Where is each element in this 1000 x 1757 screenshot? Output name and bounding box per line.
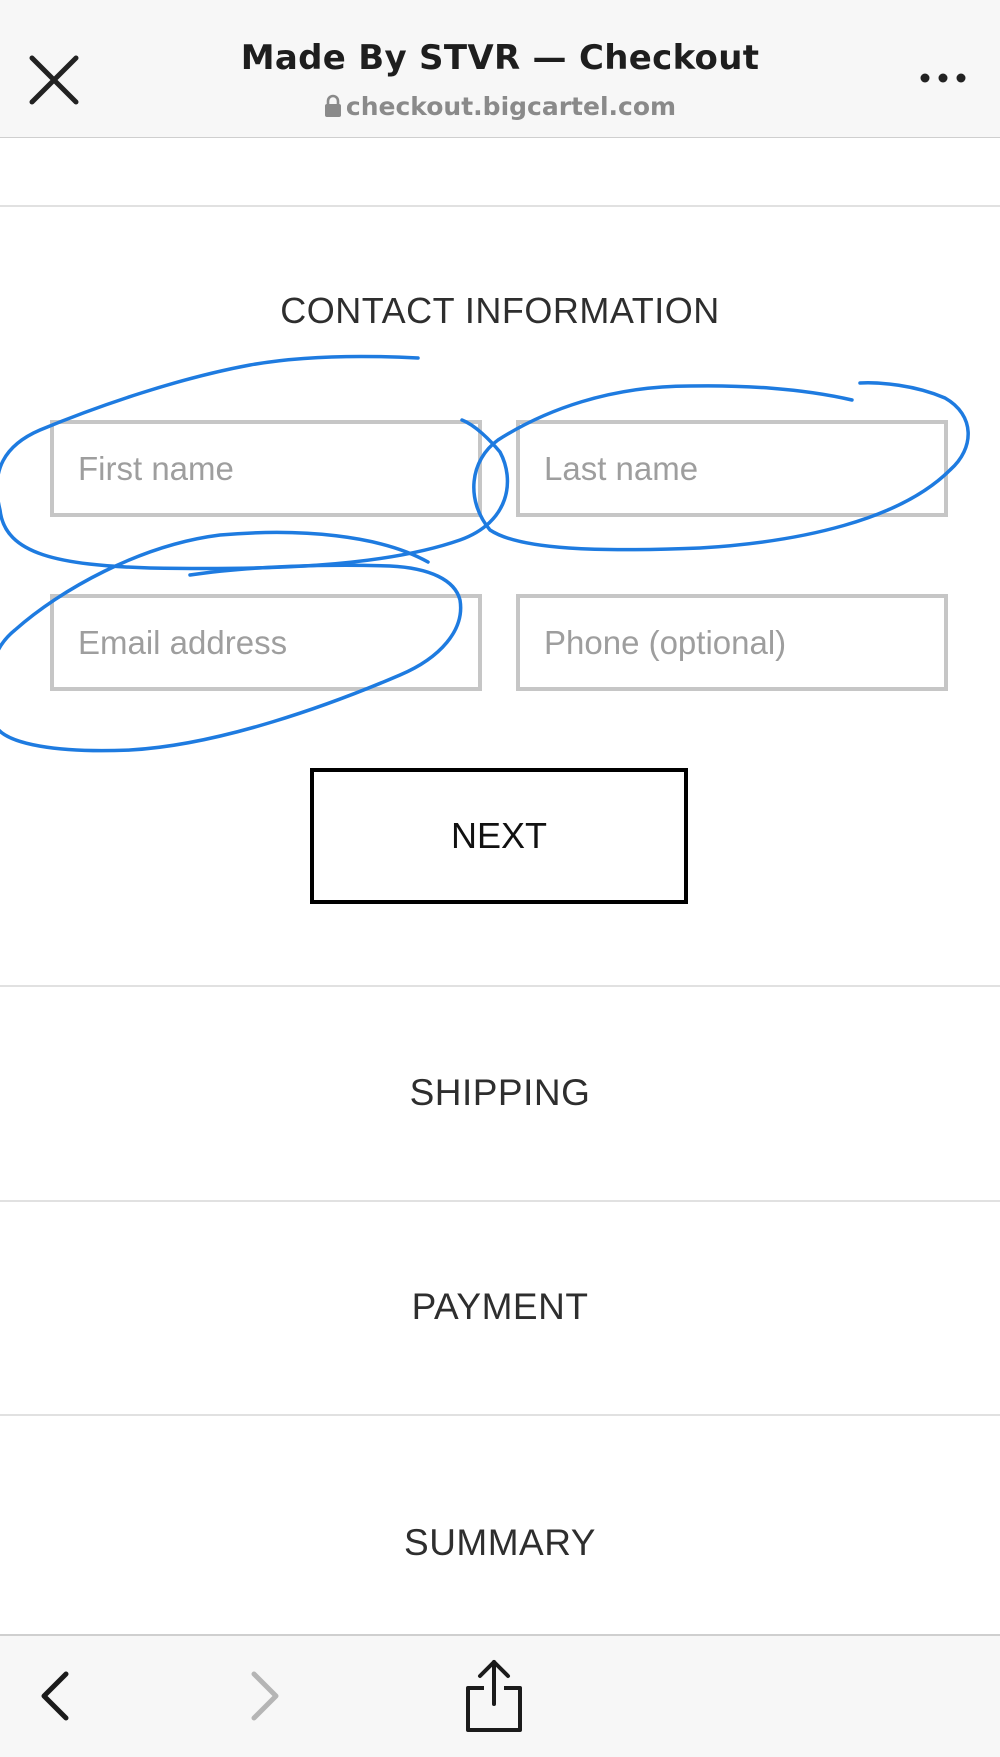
lock-icon <box>324 94 341 117</box>
share-button[interactable] <box>458 1656 530 1736</box>
contact-heading: CONTACT INFORMATION <box>280 290 720 331</box>
url-display[interactable]: checkout.bigcartel.com <box>0 92 1000 121</box>
step-payment[interactable]: PAYMENT <box>0 1286 1000 1328</box>
divider <box>0 1200 1000 1202</box>
last-name-input[interactable] <box>516 420 948 517</box>
url-text: checkout.bigcartel.com <box>345 92 677 121</box>
share-icon <box>466 1660 522 1732</box>
phone-input[interactable] <box>516 594 948 691</box>
browser-header: Made By STVR — Checkout checkout.bigcart… <box>0 0 1000 138</box>
divider <box>0 205 1000 207</box>
page-title: Made By STVR — Checkout <box>240 38 760 78</box>
step-shipping[interactable]: SHIPPING <box>0 1072 1000 1114</box>
next-button[interactable]: NEXT <box>310 768 688 904</box>
more-icon <box>920 73 966 83</box>
first-name-input[interactable] <box>50 420 482 517</box>
back-button[interactable] <box>30 1666 80 1726</box>
divider <box>0 985 1000 987</box>
chevron-right-icon <box>251 1671 279 1721</box>
email-input[interactable] <box>50 594 482 691</box>
chevron-left-icon <box>41 1671 69 1721</box>
more-button[interactable] <box>915 62 971 92</box>
divider <box>0 1414 1000 1416</box>
browser-toolbar <box>0 1634 1000 1757</box>
step-summary[interactable]: SUMMARY <box>0 1522 1000 1564</box>
forward-button[interactable] <box>240 1666 290 1726</box>
